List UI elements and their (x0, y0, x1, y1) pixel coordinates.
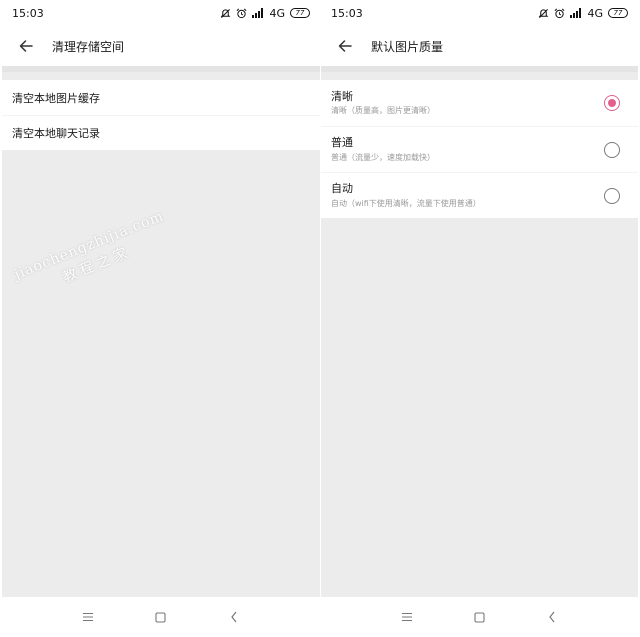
option-subtitle: 清晰（质量高，图片更清晰） (331, 106, 435, 116)
back-arrow-icon (338, 40, 352, 52)
chevron-left-icon (549, 611, 555, 623)
section-divider (2, 66, 320, 72)
home-button[interactable] (149, 605, 173, 629)
menu-icon (83, 612, 94, 622)
header: 清理存储空间 (2, 26, 320, 66)
radio-button-selected[interactable] (604, 95, 620, 111)
list-item-label: 清空本地聊天记录 (12, 127, 100, 140)
status-icons: 4G 77 (538, 7, 628, 20)
option-subtitle: 自动（wifi下使用清晰，流量下使用普通） (331, 198, 481, 208)
left-screen: 15:03 4G 77 清理存储空间 清空本地图片缓存 清空本地聊天记录 jia… (2, 0, 320, 637)
section-divider (321, 66, 638, 72)
page-title: 默认图片质量 (371, 39, 444, 54)
signal-icon (570, 8, 582, 18)
settings-list: 清空本地图片缓存 清空本地聊天记录 (2, 80, 320, 150)
watermark: jiaochengzhijia.com 教程之家 (12, 208, 175, 303)
right-screen: 15:03 4G 77 默认图片质量 清晰 清晰（质量高，图片更清晰） 普通 普… (321, 0, 638, 637)
option-normal[interactable]: 普通 普通（流量少，速度加载快） (321, 126, 638, 172)
screenshot-stage: 15:03 4G 77 清理存储空间 清空本地图片缓存 清空本地聊天记录 jia… (0, 0, 640, 637)
menu-icon (402, 612, 413, 622)
battery-level: 77 (613, 8, 623, 17)
option-clear[interactable]: 清晰 清晰（质量高，图片更清晰） (321, 80, 638, 126)
status-bar: 15:03 4G 77 (321, 0, 638, 26)
mute-icon (220, 8, 231, 19)
list-item-label: 清空本地图片缓存 (12, 91, 100, 105)
back-button[interactable] (10, 30, 42, 62)
back-arrow-icon (19, 40, 33, 52)
navigation-bar (2, 597, 320, 637)
menu-button[interactable] (395, 605, 419, 629)
signal-icon (252, 8, 264, 18)
mute-icon (538, 8, 549, 19)
chevron-left-icon (230, 611, 237, 623)
nav-back-button[interactable] (222, 605, 246, 629)
status-bar: 15:03 4G 77 (2, 0, 320, 26)
back-button[interactable] (329, 30, 361, 62)
status-icons: 4G 77 (220, 7, 310, 20)
image-quality-options: 清晰 清晰（质量高，图片更清晰） 普通 普通（流量少，速度加载快） 自动 自动（… (321, 80, 638, 218)
option-title: 普通 (331, 136, 353, 150)
network-type: 4G (269, 6, 285, 20)
battery-icon: 77 (290, 8, 310, 18)
clear-image-cache-item[interactable]: 清空本地图片缓存 (2, 80, 320, 115)
radio-button[interactable] (604, 187, 620, 204)
header: 默认图片质量 (321, 26, 638, 66)
watermark-chinese: 教程之家 (60, 244, 134, 286)
option-title: 清晰 (331, 89, 353, 103)
status-time: 15:03 (331, 6, 363, 20)
option-subtitle: 普通（流量少，速度加载快） (331, 152, 435, 162)
option-auto[interactable]: 自动 自动（wifi下使用清晰，流量下使用普通） (321, 172, 638, 218)
watermark-latin: jiaochengzhijia.com (12, 208, 167, 283)
home-square-icon (474, 611, 485, 623)
option-title: 自动 (331, 182, 353, 196)
nav-back-button[interactable] (540, 605, 564, 629)
navigation-bar (321, 597, 638, 637)
clear-chat-history-item[interactable]: 清空本地聊天记录 (2, 115, 320, 150)
alarm-icon (236, 8, 247, 19)
home-square-icon (155, 611, 167, 623)
menu-button[interactable] (76, 605, 100, 629)
home-button[interactable] (467, 605, 491, 629)
radio-button[interactable] (604, 141, 620, 158)
page-title: 清理存储空间 (52, 39, 125, 54)
battery-icon: 77 (608, 8, 628, 18)
status-time: 15:03 (12, 6, 44, 20)
battery-level: 77 (295, 8, 305, 17)
network-type: 4G (587, 6, 603, 20)
alarm-icon (554, 8, 565, 19)
